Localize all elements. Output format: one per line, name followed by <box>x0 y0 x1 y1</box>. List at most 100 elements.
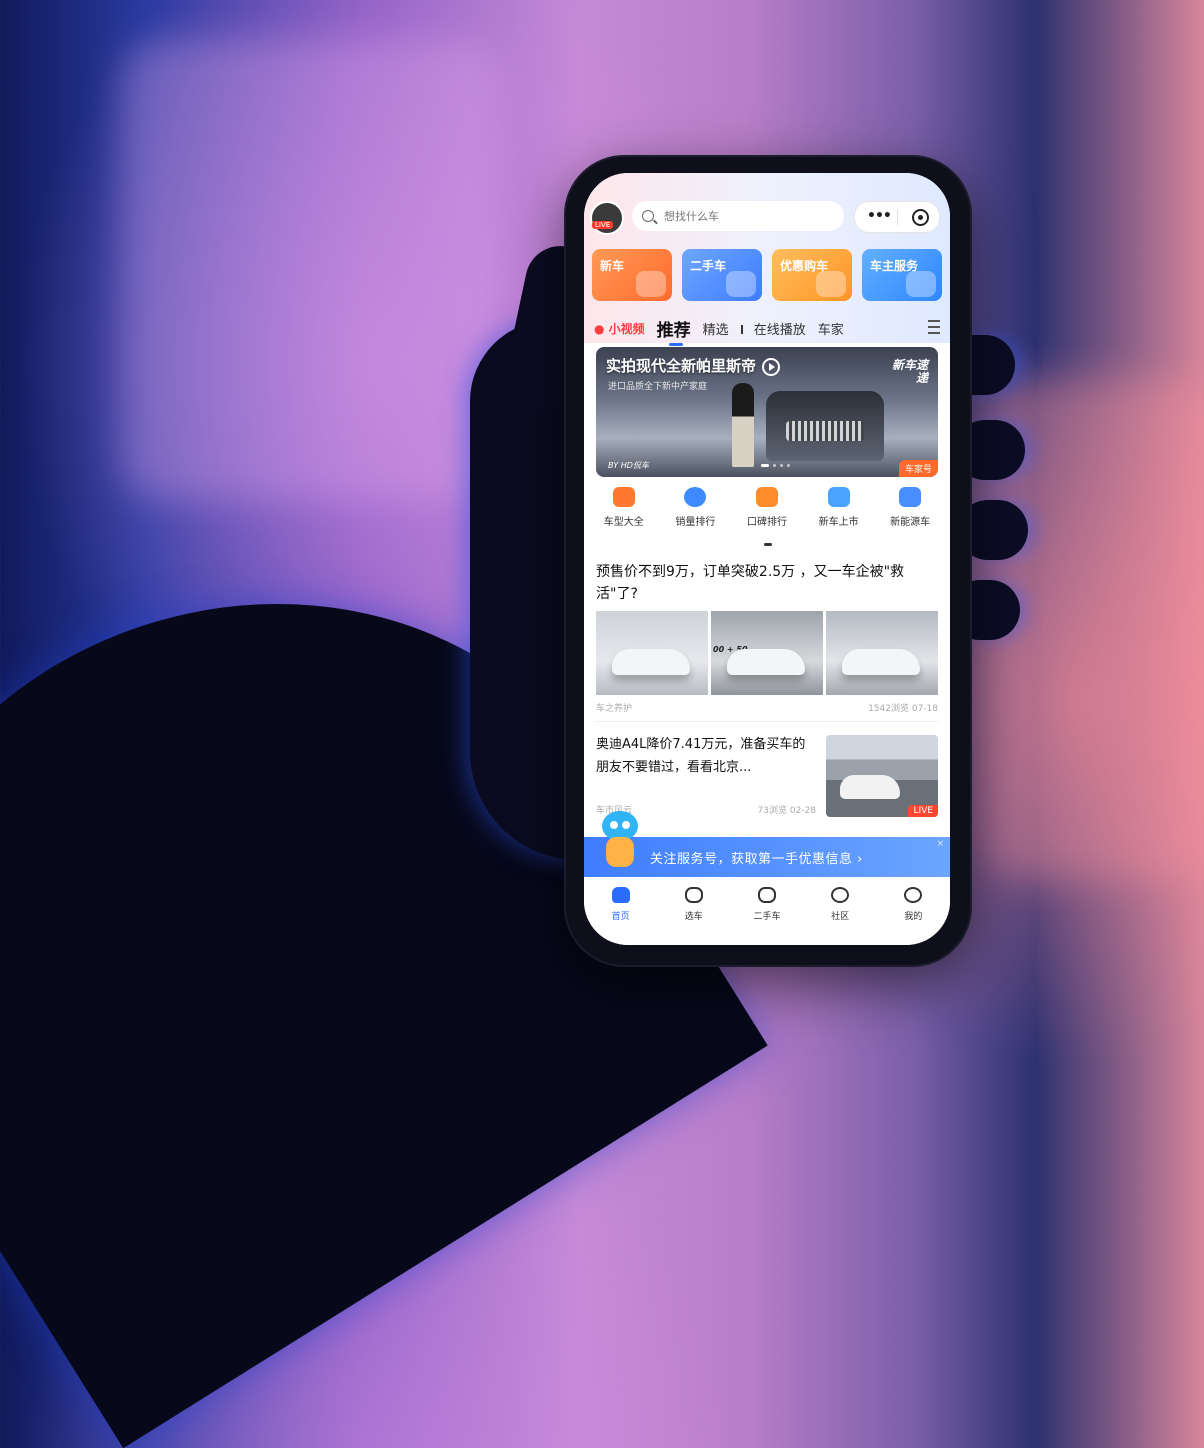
quick-links: 车型大全 销量排行 口碑排行 新车上市 新能源车 <box>588 485 946 546</box>
more-dots-icon[interactable]: ••• <box>867 208 892 224</box>
banner-person-image <box>732 383 754 467</box>
nav-label: 我的 <box>904 912 923 922</box>
article-image <box>596 611 708 695</box>
carousel-dot[interactable] <box>787 464 790 467</box>
divider <box>596 721 938 722</box>
article-1-title[interactable]: 预售价不到9万，订单突破2.5万 ，又一车企被"救活"了? <box>596 561 936 605</box>
article-source: 车之养护 <box>596 704 633 714</box>
tab-label: 小视频 <box>608 321 645 336</box>
nav-label: 选车 <box>684 912 703 922</box>
category-used-car[interactable]: 二手车 <box>682 249 762 301</box>
featured-banner[interactable]: 实拍现代全新帕里斯帝 进口品质全下新中产家庭 新车速递 BY HD侃车 车家号 <box>596 347 938 477</box>
phone-screen: LIVE ••• 新车 二手车 优惠购车 <box>584 173 950 945</box>
record-target-icon[interactable] <box>912 209 929 226</box>
quick-link-sales-rank[interactable]: 销量排行 <box>662 485 728 541</box>
article-stats: 73浏览 02-28 <box>757 806 816 816</box>
banner-title: 实拍现代全新帕里斯帝 <box>606 355 781 376</box>
follow-text: 关注服务号，获取第一手优惠信息 › <box>650 852 863 867</box>
search-icon <box>642 210 654 222</box>
article-2-image[interactable]: LIVE <box>826 735 938 817</box>
mascot-eye <box>610 821 618 829</box>
nav-label: 首页 <box>611 912 630 922</box>
home-icon <box>611 887 630 903</box>
mascot-icon <box>596 811 642 873</box>
car-image <box>842 649 920 675</box>
article-2-title[interactable]: 奥迪A4L降价7.41万元，准备买车的朋友不要错过，看看北京... <box>596 733 816 779</box>
carousel-dot[interactable] <box>773 464 776 467</box>
car-icon <box>684 887 703 903</box>
nav-community[interactable]: 社区 <box>810 877 870 945</box>
category-label: 新车 <box>600 259 625 273</box>
quick-link-reputation-rank[interactable]: 口碑排行 <box>734 485 800 541</box>
used-car-icon <box>757 887 776 903</box>
tab-short-video[interactable]: ● 小视频 <box>594 320 645 337</box>
category-new-car[interactable]: 新车 <box>592 249 672 301</box>
mascot-gift <box>606 837 634 867</box>
category-label: 二手车 <box>690 259 727 273</box>
article-1-meta: 车之养护 1542浏览 07-18 <box>596 701 938 714</box>
nav-home[interactable]: 首页 <box>591 877 651 945</box>
car-image <box>727 649 805 675</box>
menu-icon[interactable] <box>928 320 940 334</box>
quick-link-label: 车型大全 <box>603 517 644 528</box>
close-icon[interactable]: × <box>936 839 944 849</box>
banner-title-text: 实拍现代全新帕里斯帝 <box>606 357 757 375</box>
tab-label: 在线播放 <box>753 322 806 338</box>
banner-author: BY HD侃车 <box>608 461 649 470</box>
quick-link-label: 新能源车 <box>890 517 931 528</box>
category-cards: 新车 二手车 优惠购车 车主服务 <box>592 249 942 303</box>
mini-program-capsule: ••• <box>854 201 940 233</box>
tab-live-play[interactable]: 在线播放 <box>740 319 806 338</box>
smiley-icon <box>904 887 923 903</box>
background-window-light <box>120 40 500 500</box>
top-bar: LIVE ••• <box>584 195 950 239</box>
coupon-illustration-icon <box>816 271 846 297</box>
new-launch-icon <box>827 487 850 507</box>
mascot-eye <box>622 821 630 829</box>
car-image <box>612 649 690 675</box>
carousel-dots <box>761 464 790 467</box>
carousel-dot[interactable] <box>780 464 783 467</box>
feed-tabs: ● 小视频 推荐 精选 在线播放 车家 <box>594 315 944 346</box>
play-icon <box>762 357 781 376</box>
car-catalog-icon <box>612 487 635 507</box>
nav-label: 二手车 <box>753 912 781 922</box>
article-stats: 1542浏览 07-18 <box>868 704 938 714</box>
nav-used-car[interactable]: 二手车 <box>737 877 797 945</box>
article-image <box>826 611 938 695</box>
quick-link-new-launch[interactable]: 新车上市 <box>806 485 872 541</box>
category-discount[interactable]: 优惠购车 <box>772 249 852 301</box>
live-badge: LIVE <box>908 805 938 817</box>
car-image <box>840 775 900 799</box>
quick-link-models[interactable]: 车型大全 <box>591 485 657 541</box>
quick-link-label: 新车上市 <box>818 517 859 528</box>
live-badge: LIVE <box>592 221 614 229</box>
banner-car-image <box>766 391 884 461</box>
tab-recommend[interactable]: 推荐 <box>657 316 691 346</box>
banner-channel-tag: 车家号 <box>898 460 938 477</box>
live-avatar[interactable] <box>590 201 624 235</box>
signal-bars-icon <box>740 324 750 334</box>
nav-mine[interactable]: 我的 <box>883 877 943 945</box>
person-illustration-icon <box>906 271 936 297</box>
quick-link-new-energy[interactable]: 新能源车 <box>877 485 943 541</box>
reputation-rank-icon <box>755 487 778 507</box>
page-indicator <box>764 543 772 546</box>
car-illustration-icon <box>636 271 666 297</box>
car-illustration-icon <box>726 271 756 297</box>
banner-badge: 新车速递 <box>891 358 928 385</box>
tab-chejia[interactable]: 车家 <box>818 319 844 338</box>
banner-subtitle: 进口品质全下新中产家庭 <box>608 382 708 392</box>
search-bar[interactable] <box>632 201 844 231</box>
nav-choose-car[interactable]: 选车 <box>664 877 724 945</box>
article-image: 00 + 50 <box>711 611 823 695</box>
category-owner-service[interactable]: 车主服务 <box>862 249 942 301</box>
search-input[interactable] <box>662 208 836 224</box>
quick-link-label: 口碑排行 <box>746 517 787 528</box>
quick-link-label: 销量排行 <box>675 517 716 528</box>
bottom-nav: 首页 选车 二手车 社区 我的 <box>584 877 950 945</box>
carousel-dot[interactable] <box>761 464 769 467</box>
tab-featured[interactable]: 精选 <box>703 319 729 338</box>
capsule-divider <box>897 209 898 225</box>
article-1-images[interactable]: 00 + 50 <box>596 611 938 695</box>
